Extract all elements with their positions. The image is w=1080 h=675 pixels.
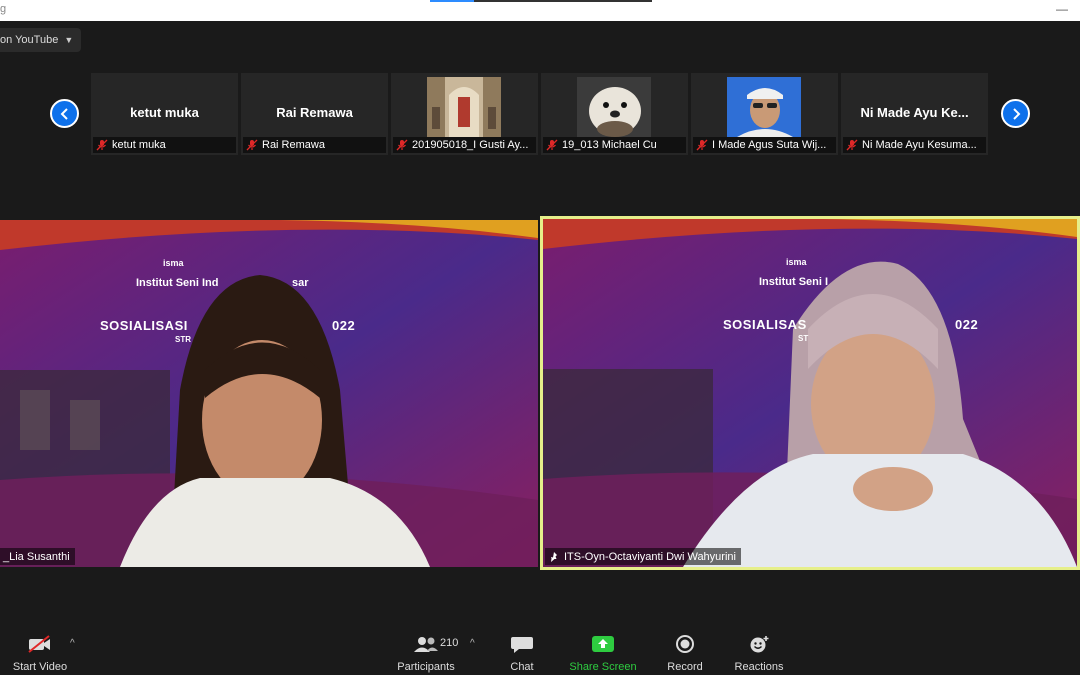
mic-muted-icon [96,139,108,151]
video-tile-left[interactable]: isma Institut Seni Ind sar SOSIALISASI 0… [0,220,538,567]
chevron-right-icon [1012,107,1020,120]
chat-icon [509,632,535,656]
slide-subtitle-text: STR [175,335,191,344]
live-on-youtube-dropdown[interactable]: on YouTube ▼ [0,28,82,52]
slide-title-text: SOSIALISASI [100,318,188,333]
participant-display-name: Rai Remawa [276,105,353,120]
video-tile-active-speaker[interactable]: isma Institut Seni I SOSIALISAS 022 ST I… [540,216,1080,570]
participant-thumbnail-strip: ketut muka ketut muka Rai Remawa Rai Rem… [91,73,988,155]
participant-thumbnail[interactable]: I Made Agus Suta Wij... [691,73,838,155]
participant-thumbnail[interactable]: Rai Remawa Rai Remawa [241,73,388,155]
share-screen-icon [590,632,616,656]
slide-institution-text: Institut Seni I [759,276,829,288]
participants-count: 210 [440,637,459,649]
minimize-icon[interactable]: — [1056,2,1068,16]
participant-name-tag: ITS-Oyn-Octaviyanti Dwi Wahyurini [545,548,741,565]
participant-label: Rai Remawa [243,137,386,153]
participant-label: I Made Agus Suta Wij... [693,137,836,153]
slide-title-text-end: 022 [332,318,356,333]
chevron-up-icon[interactable]: ^ [470,638,475,649]
participant-name: ITS-Oyn-Octaviyanti Dwi Wahyurini [564,550,736,563]
reactions-button[interactable]: Reactions [719,628,799,675]
mic-muted-icon [696,139,708,151]
meeting-toolbar: Start Video ^ 210 Participants ^ Chat Sh… [0,628,1080,675]
next-page-button[interactable] [1001,99,1030,128]
participant-display-name: ketut muka [130,105,199,120]
participant-display-name: Ni Made Ayu Ke... [860,105,969,120]
participant-label: 19_013 Michael Cu [543,137,686,153]
participant-name: _Lia Susanthi [3,550,70,563]
chevron-left-icon [60,107,68,120]
titlebar-dark-line [474,0,652,2]
titlebar-accent-line [430,0,474,2]
participant-name-tag: _Lia Susanthi [0,548,75,565]
chat-button[interactable]: Chat [482,628,562,675]
participant-thumbnail[interactable]: 19_013 Michael Cu [541,73,688,155]
participant-photo [577,77,651,137]
participant-label: ketut muka [93,137,236,153]
mic-muted-icon [246,139,258,151]
slide-logo-text: isma [786,257,807,267]
slide-title-text: SOSIALISAS [723,317,807,332]
share-screen-button[interactable]: Share Screen [563,628,643,675]
previous-page-button[interactable] [50,99,79,128]
virtual-background [0,220,538,567]
start-video-button[interactable]: Start Video ^ [0,628,80,675]
participants-icon [413,632,439,656]
participant-thumbnail[interactable]: Ni Made Ayu Ke... Ni Made Ayu Kesuma... [841,73,988,155]
slide-subtitle-text: ST [798,334,809,343]
participant-photo [427,77,501,137]
slide-institution-text: Institut Seni Ind [136,277,219,289]
record-button[interactable]: Record [645,628,725,675]
slide-logo-text: isma [163,258,184,268]
live-label: on YouTube [0,34,59,46]
pin-icon [551,551,557,562]
slide-institution-text-end: sar [292,277,309,289]
chevron-up-icon[interactable]: ^ [70,638,75,649]
record-icon [672,632,698,656]
window-titlebar: g — [0,0,1080,21]
mic-muted-icon [846,139,858,151]
participant-thumbnail[interactable]: 201905018_I Gusti Ay... [391,73,538,155]
caret-down-icon: ▼ [64,35,74,45]
window-title: g [0,3,7,15]
video-off-icon [27,632,53,656]
slide-title-text-end: 022 [955,317,979,332]
participant-label: Ni Made Ayu Kesuma... [843,137,986,153]
mic-muted-icon [396,139,408,151]
virtual-background [543,219,1077,567]
participant-label: 201905018_I Gusti Ay... [393,137,536,153]
mic-muted-icon [546,139,558,151]
participant-thumbnail[interactable]: ketut muka ketut muka [91,73,238,155]
participant-photo [727,77,801,137]
smiley-icon [746,632,772,656]
participants-button[interactable]: 210 Participants ^ [386,628,475,675]
